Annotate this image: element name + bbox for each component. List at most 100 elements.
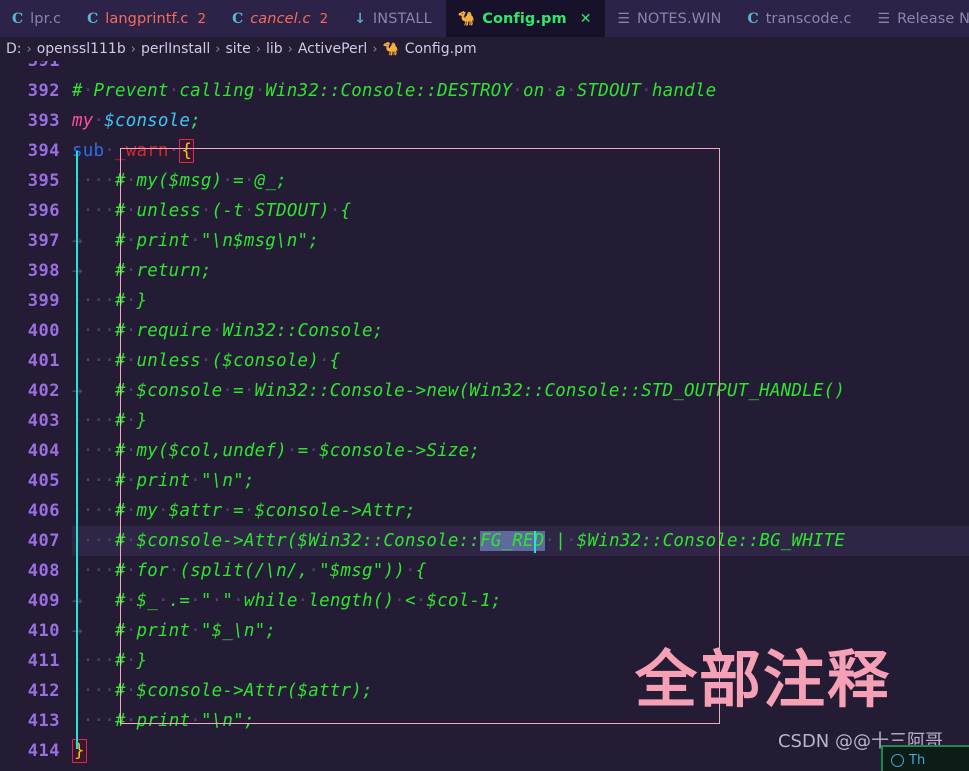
code-line-text[interactable]: } — [72, 736, 969, 766]
tab-release-note[interactable]: ☰ Release Note — [865, 0, 969, 37]
code-line[interactable]: 404 ····#·my($col,undef)·=·$console->Size… — [0, 436, 969, 466]
tab-close-icon[interactable]: ✕ — [580, 11, 592, 27]
code-line[interactable]: 410 → #·print·"$_\n"; — [0, 616, 969, 646]
line-number: 404 — [27, 441, 60, 461]
c-file-icon: C — [232, 10, 244, 27]
code-line[interactable]: 398 → #·return; — [0, 256, 969, 286]
code-line[interactable]: 413 ····#·print·"\n"; — [0, 706, 969, 736]
code-line[interactable]: 393 my·$console; — [0, 106, 969, 136]
code-line[interactable]: 407 ····#·$console->Attr($Win32::Console:… — [0, 526, 969, 556]
line-number: 406 — [27, 501, 60, 521]
code-line-text[interactable]: → #·$console·=·Win32::Console->new(Win32… — [72, 376, 969, 406]
tab-transcode-c[interactable]: Ctranscode.c — [735, 0, 866, 37]
code-line-text[interactable]: ····#·unless·($console)·{ — [72, 346, 969, 376]
line-number: 402 — [27, 381, 60, 401]
code-line[interactable]: 403 ····#·} — [0, 406, 969, 436]
code-line-text[interactable]: ····#·print·"\n"; — [72, 466, 969, 496]
breadcrumb-item[interactable]: site — [225, 41, 250, 57]
code-line-text[interactable]: #·Prevent·calling·Win32::Console::DESTRO… — [72, 76, 969, 106]
breadcrumb-item[interactable]: D: — [6, 41, 22, 57]
line-number: 405 — [27, 471, 60, 491]
corner-popup[interactable]: Th — [881, 745, 969, 771]
code-line[interactable]: 412 ····#·$console->Attr($attr); — [0, 676, 969, 706]
tab-label: NOTES.WIN — [636, 10, 722, 27]
code-line-text[interactable]: → #·return; — [72, 256, 969, 286]
line-number: 413 — [27, 711, 60, 731]
line-number: 414 — [27, 741, 60, 761]
line-number: 400 — [27, 321, 60, 341]
breadcrumb-separator: › — [26, 41, 32, 57]
line-number: 399 — [27, 291, 60, 311]
code-line[interactable]: 409 → #·$_·.=·"·"·while·length()·<·$col-1… — [0, 586, 969, 616]
breadcrumb-item[interactable]: ActivePerl — [298, 41, 368, 57]
code-rows[interactable]: 391392 #·Prevent·calling·Win32::Console::… — [0, 61, 969, 766]
breadcrumb-item[interactable]: openssl111b — [37, 41, 126, 57]
perl-camel-icon: 🐪 — [457, 10, 476, 27]
code-line-text[interactable] — [72, 61, 969, 76]
code-line[interactable]: 392 #·Prevent·calling·Win32::Console::DES… — [0, 76, 969, 106]
breadcrumb-item[interactable]: Config.pm — [405, 41, 477, 57]
tab-label: INSTALL — [372, 10, 432, 27]
code-line-text[interactable]: ····#·$console->Attr($attr); — [72, 676, 969, 706]
info-circle-icon — [891, 754, 904, 767]
code-line-text[interactable]: → #·print·"$_\n"; — [72, 616, 969, 646]
code-line-text[interactable]: ····#·} — [72, 646, 969, 676]
line-number: 391 — [27, 61, 60, 71]
code-line-text[interactable]: ····#·my·$attr·=·$console->Attr; — [72, 496, 969, 526]
code-line-text[interactable]: ····#·my($col,undef)·=·$console->Size; — [72, 436, 969, 466]
breadcrumb-separator: › — [372, 41, 378, 57]
code-line[interactable]: 406 ····#·my·$attr·=·$console->Attr; — [0, 496, 969, 526]
code-line[interactable]: 402 → #·$console·=·Win32::Console->new(Wi… — [0, 376, 969, 406]
breadcrumb-item[interactable]: lib — [266, 41, 283, 57]
code-line[interactable]: 391 — [0, 61, 969, 76]
code-line-text[interactable]: ····#·my($msg)·=·@_; — [72, 166, 969, 196]
breadcrumb-item[interactable]: perlInstall — [141, 41, 210, 57]
tab-cancel-c[interactable]: Ccancel.c 2 — [220, 0, 343, 37]
line-number: 408 — [27, 561, 60, 581]
line-number: 396 — [27, 201, 60, 221]
code-line-text[interactable]: my·$console; — [72, 106, 969, 136]
tab-langprintf-c[interactable]: Clangprintf.c 2 — [75, 0, 221, 37]
corner-popup-label: Th — [909, 753, 926, 768]
line-number: 401 — [27, 351, 60, 371]
code-line[interactable]: 401 ····#·unless·($console)·{ — [0, 346, 969, 376]
code-line-text[interactable]: ····#·} — [72, 406, 969, 436]
tab-install[interactable]: ↓ INSTALL — [342, 0, 446, 37]
tab-label: langprintf.c — [105, 10, 189, 27]
tab-notes-win[interactable]: ☰ NOTES.WIN — [605, 0, 736, 37]
tab-label: lpr.c — [30, 10, 62, 27]
code-line[interactable]: 400 ····#·require·Win32::Console; — [0, 316, 969, 346]
tab-config-pm[interactable]: 🐪 Config.pm ✕ — [445, 0, 606, 37]
breadcrumb-separator: › — [130, 41, 136, 57]
code-line-text[interactable]: ····#·for·(split(/\n/,·"$msg"))·{ — [72, 556, 969, 586]
code-editor[interactable]: 391392 #·Prevent·calling·Win32::Console::… — [0, 61, 969, 771]
tab-label: transcode.c — [765, 10, 852, 27]
code-line[interactable]: 394 sub·_warn·{ — [0, 136, 969, 166]
code-line[interactable]: 414} — [0, 736, 969, 766]
perl-camel-icon: 🐪 — [382, 41, 399, 57]
code-line-text[interactable]: ····#·} — [72, 286, 969, 316]
code-line[interactable]: 396 ····#·unless·(-t·STDOUT)·{ — [0, 196, 969, 226]
tab-lpr-c[interactable]: Clpr.c — [0, 0, 76, 37]
code-line-text[interactable]: ····#·print·"\n"; — [72, 706, 969, 736]
tab-badge-count: 2 — [319, 10, 329, 27]
code-line-text[interactable]: → #·print·"\n$msg\n"; — [72, 226, 969, 256]
tab-badge-count: 2 — [197, 10, 207, 27]
code-line-text[interactable]: → #·$_·.=·"·"·while·length()·<·$col-1; — [72, 586, 969, 616]
tab-label: cancel.c — [250, 10, 311, 27]
code-line[interactable]: 399 ····#·} — [0, 286, 969, 316]
breadcrumb[interactable]: D: › openssl111b › perlInstall › site › lib › Acti… — [0, 37, 969, 61]
corner-popup-content: Th — [883, 747, 969, 768]
code-line-text[interactable]: ····#·$console->Attr($Win32::Console::FG… — [72, 526, 969, 556]
code-line-text[interactable]: ····#·require·Win32::Console; — [72, 316, 969, 346]
line-number: 397 — [27, 231, 60, 251]
code-line[interactable]: 411 ····#·} — [0, 646, 969, 676]
editor-tab-bar[interactable]: Clpr.c Clangprintf.c 2 Ccancel.c 2 ↓ INSTALL 🐪 C… — [0, 0, 969, 37]
code-line-text[interactable]: sub·_warn·{ — [72, 136, 969, 166]
code-line[interactable]: 395 ····#·my($msg)·=·@_; — [0, 166, 969, 196]
code-line-text[interactable]: ····#·unless·(-t·STDOUT)·{ — [72, 196, 969, 226]
code-line[interactable]: 408 ····#·for·(split(/\n/,·"$msg"))·{ — [0, 556, 969, 586]
code-line[interactable]: 397 → #·print·"\n$msg\n"; — [0, 226, 969, 256]
code-line[interactable]: 405 ····#·print·"\n"; — [0, 466, 969, 496]
line-number: 407 — [27, 531, 60, 551]
